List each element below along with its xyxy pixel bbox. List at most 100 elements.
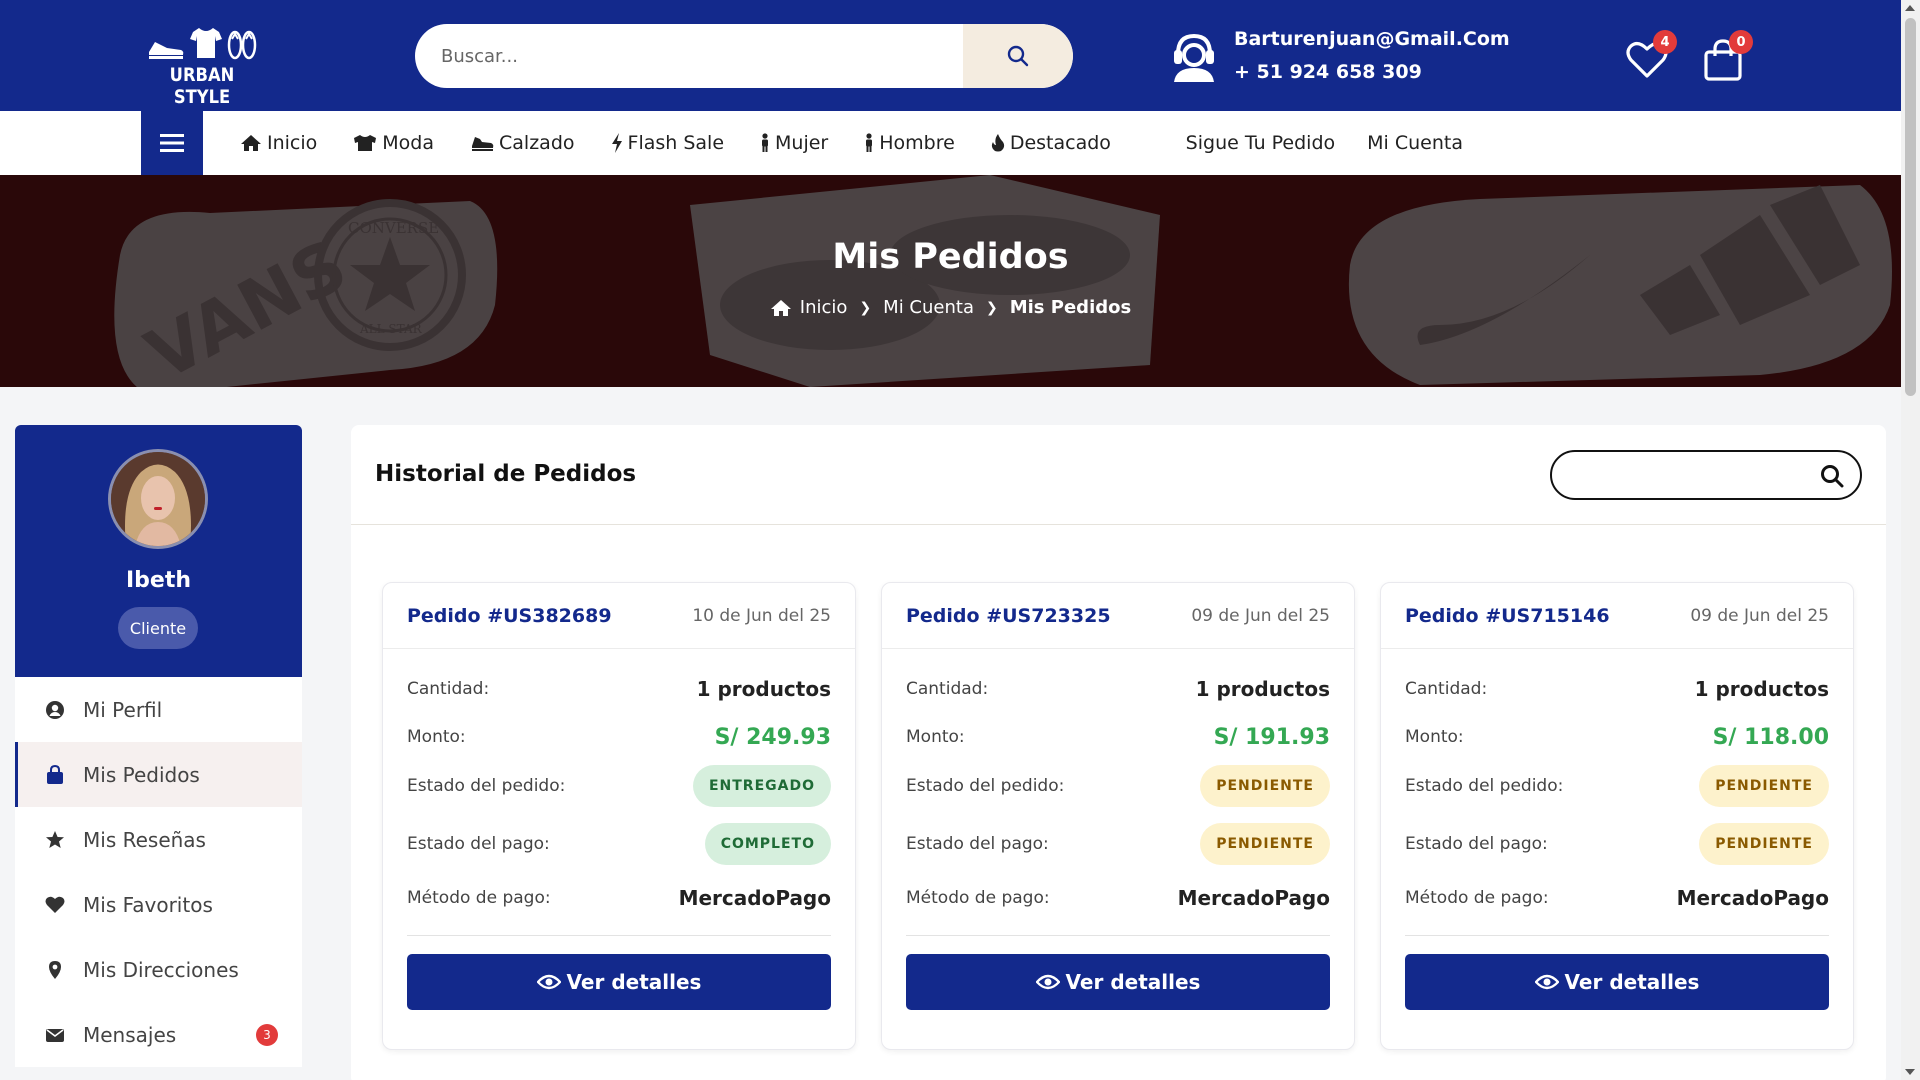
tshirt-logo-icon: [190, 28, 222, 58]
logo-icons: [140, 24, 264, 60]
payment-method-value: MercadoPago: [678, 886, 831, 910]
sidebar-item-mi-perfil[interactable]: Mi Perfil: [15, 677, 302, 742]
chevron-right-icon: ❯: [985, 299, 998, 316]
page-scrollbar[interactable]: [1901, 0, 1920, 1080]
quantity-label: Cantidad:: [906, 679, 989, 699]
nav-item-calzado[interactable]: Calzado: [470, 132, 575, 154]
map-pin-icon: [49, 960, 61, 979]
breadcrumb-home[interactable]: Inicio: [800, 297, 848, 318]
order-id[interactable]: Pedido #US723325: [906, 605, 1111, 627]
search-bar: [415, 24, 1073, 88]
eye-icon: [536, 974, 561, 990]
hamburger-icon: [160, 134, 184, 152]
track-order-link[interactable]: Sigue Tu Pedido: [1186, 132, 1335, 154]
contact-email[interactable]: Barturenjuan@Gmail.Com: [1234, 23, 1510, 56]
divider: [1405, 935, 1829, 936]
payment-method-value: MercadoPago: [1177, 886, 1330, 910]
nav-item-label: Destacado: [1009, 132, 1111, 154]
quantity-label: Cantidad:: [407, 679, 490, 699]
home-icon: [770, 299, 791, 316]
scroll-down-arrow[interactable]: [1905, 1069, 1915, 1075]
sidebar-item-mis-resenas[interactable]: Mis Reseñas: [15, 807, 302, 872]
order-card: Pedido #US715146 09 de Jun del 25 Cantid…: [1380, 582, 1854, 1050]
my-account-link[interactable]: Mi Cuenta: [1367, 132, 1463, 154]
wishlist-button[interactable]: 4: [1625, 30, 1677, 82]
envelope-icon: [46, 1028, 64, 1042]
search-icon[interactable]: [1820, 464, 1844, 488]
hamburger-menu-button[interactable]: [141, 111, 203, 175]
search-input[interactable]: [415, 24, 963, 88]
orders-search-input[interactable]: [1552, 452, 1802, 498]
sidebar-item-mensajes[interactable]: Mensajes 3: [15, 1002, 302, 1067]
payment-method-label: Método de pago:: [906, 888, 1050, 908]
quantity-label: Cantidad:: [1405, 679, 1488, 699]
payment-method-value: MercadoPago: [1676, 886, 1829, 910]
breadcrumb-account[interactable]: Mi Cuenta: [883, 297, 974, 318]
order-id[interactable]: Pedido #US715146: [1405, 605, 1610, 627]
quantity-value: 1 productos: [696, 677, 831, 701]
order-date: 09 de Jun del 25: [1690, 605, 1829, 626]
avatar-photo: [111, 452, 205, 546]
order-id[interactable]: Pedido #US382689: [407, 605, 612, 627]
sidebar-item-label: Mis Reseñas: [83, 827, 206, 852]
payment-status-label: Estado del pago:: [906, 834, 1049, 854]
payment-status-label: Estado del pago:: [1405, 834, 1548, 854]
nav-item-moda[interactable]: Moda: [353, 132, 434, 154]
sidebar-item-mis-direcciones[interactable]: Mis Direcciones: [15, 937, 302, 1002]
sidebar-item-mis-pedidos[interactable]: Mis Pedidos: [15, 742, 302, 807]
fire-icon: [991, 134, 1004, 152]
order-card: Pedido #US723325 09 de Jun del 25 Cantid…: [881, 582, 1355, 1050]
sidebar-item-mis-favoritos[interactable]: Mis Favoritos: [15, 872, 302, 937]
quantity-value: 1 productos: [1195, 677, 1330, 701]
nav-item-label: Mujer: [775, 132, 829, 154]
eye-icon: [1534, 974, 1559, 990]
nav-item-hombre[interactable]: Hombre: [864, 132, 955, 154]
divider: [906, 935, 1330, 936]
order-status-label: Estado del pedido:: [1405, 776, 1564, 796]
person-icon: [866, 133, 873, 152]
logo-text: URBAN STYLE: [169, 64, 235, 108]
profile-name: Ibeth: [125, 568, 192, 593]
order-status-badge: PENDIENTE: [1699, 765, 1829, 807]
shopping-bag-icon: [47, 764, 63, 784]
order-card: Pedido #US382689 10 de Jun del 25 Cantid…: [382, 582, 856, 1050]
orders-search: [1550, 450, 1862, 500]
nav-item-label: Calzado: [499, 132, 575, 154]
main-nav: Inicio Moda Calzado Flash Sale Mujer Hom…: [0, 111, 1901, 175]
breadcrumb: Inicio ❯ Mi Cuenta ❯ Mis Pedidos: [0, 297, 1901, 318]
nav-item-label: Moda: [382, 132, 435, 154]
nav-item-flash-sale[interactable]: Flash Sale: [611, 132, 724, 154]
nike-adidas-shoe-image: [1348, 185, 1892, 385]
sidebar-item-label: Mis Favoritos: [83, 892, 213, 917]
sneakers-photo-image: [690, 175, 1160, 387]
order-date: 10 de Jun del 25: [692, 605, 831, 626]
amount-value: S/ 118.00: [1712, 724, 1829, 750]
sidebar-item-label: Mis Direcciones: [83, 957, 239, 982]
converse-text: CONVERSE: [348, 219, 439, 237]
role-badge: Cliente: [118, 607, 198, 649]
view-details-button[interactable]: Ver detalles: [1405, 954, 1829, 1010]
all-star-text: ALL STAR: [359, 322, 423, 336]
nav-item-inicio[interactable]: Inicio: [240, 132, 317, 154]
scroll-up-arrow[interactable]: [1905, 5, 1915, 11]
page-title: Mis Pedidos: [832, 237, 1069, 277]
scroll-thumb[interactable]: [1905, 18, 1916, 396]
cart-count-badge: 0: [1729, 30, 1753, 54]
order-status-label: Estado del pedido:: [906, 776, 1065, 796]
cart-button[interactable]: 0: [1701, 30, 1753, 82]
breadcrumb-current: Mis Pedidos: [1009, 297, 1132, 318]
order-status-badge: ENTREGADO: [692, 765, 831, 807]
contact-phone[interactable]: + 51 924 658 309: [1234, 56, 1510, 89]
payment-status-badge: PENDIENTE: [1200, 823, 1330, 865]
view-details-button[interactable]: Ver detalles: [407, 954, 831, 1010]
nav-item-destacado[interactable]: Destacado: [991, 132, 1111, 154]
search-icon: [1007, 45, 1029, 67]
avatar: [108, 449, 208, 549]
logo[interactable]: URBAN STYLE: [140, 24, 264, 108]
view-details-button[interactable]: Ver detalles: [906, 954, 1330, 1010]
amount-value: S/ 249.93: [714, 724, 831, 750]
nav-item-mujer[interactable]: Mujer: [760, 132, 828, 154]
chevron-right-icon: ❯: [859, 299, 872, 316]
home-icon: [241, 135, 261, 151]
search-button[interactable]: [963, 24, 1073, 88]
